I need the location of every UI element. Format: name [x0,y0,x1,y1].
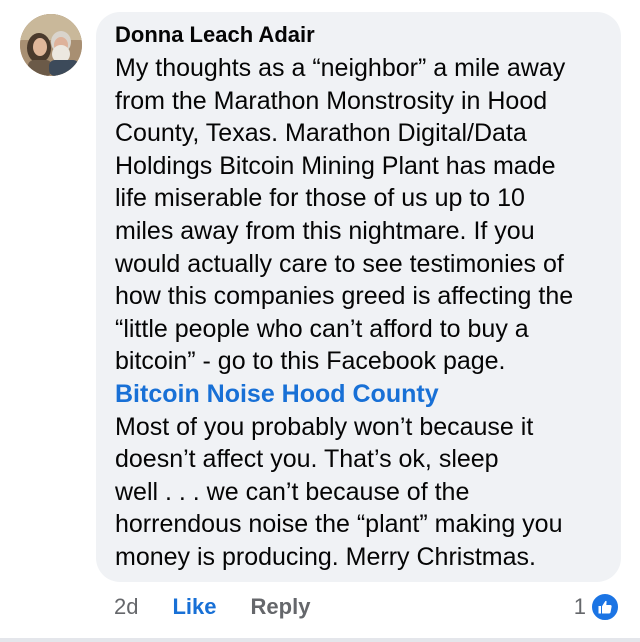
page-link[interactable]: Bitcoin Noise Hood County [115,378,603,411]
comment-text-line: My thoughts as a “neighbor” a mile away [115,54,566,82]
comment-text-line: horrendous noise the “plant” making you [115,510,563,539]
comment-text-line: bitcoin” - go to this Facebook page. [115,347,506,376]
reaction-count: 1 [573,594,586,619]
comment-text-line: how this companies greed is affecting th… [115,282,574,311]
comment-text-line: life miserable for those of us up to 10 [115,184,525,213]
reply-button[interactable]: Reply [251,594,311,620]
comment-text-line: County, Texas. Marathon Digital/Data [115,119,527,148]
comment-thread: Donna Leach Adair My thoughts as a “neig… [0,0,640,642]
comment-author[interactable]: Donna Leach Adair [115,20,603,52]
comment-text-line: from the Marathon Monstrosity in Hood [115,86,548,115]
comment-text-line: Most of you probably won’t because it [115,412,534,441]
avatar[interactable] [20,14,82,76]
comment-text-line: well . . . we can’t because of the [115,477,470,506]
comment-text-line: miles away from this nightmare. If you [115,216,535,245]
comment-actions: 2d Like Reply [114,591,344,623]
comment-timestamp[interactable]: 2d [114,594,138,620]
comment-text-line: “little people who can’t afford to buy a [115,314,529,343]
comment-bubble: Donna Leach Adair My thoughts as a “neig… [96,12,621,582]
thumbs-up-icon [590,592,620,622]
reaction-summary[interactable]: 1 [574,591,620,623]
avatar-photo [20,14,82,76]
comment-text-line: money is producing. Merry Christmas. [115,542,536,571]
comment-body: My thoughts as a “neighbor” a mile away … [115,52,603,574]
divider [0,638,640,642]
comment-text-line: Holdings Bitcoin Mining Plant has made [115,151,556,180]
like-button[interactable]: Like [172,594,216,620]
comment-text-line: doesn’t affect you. That’s ok, sleep [115,445,499,474]
comment-text-line: would actually care to see testimonies o… [115,249,564,278]
